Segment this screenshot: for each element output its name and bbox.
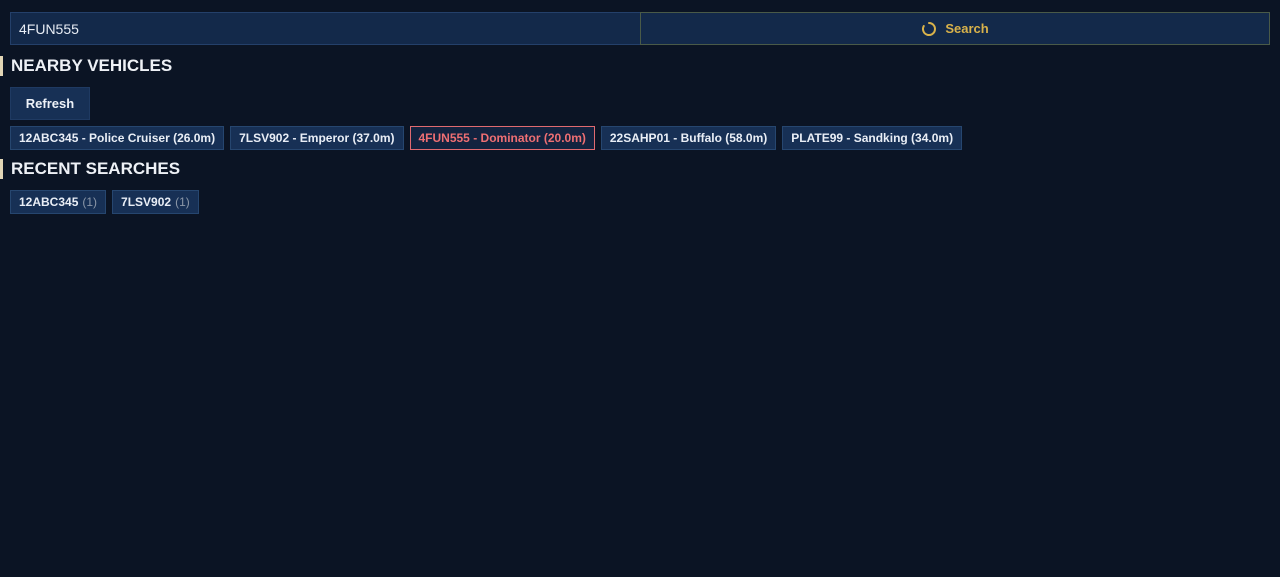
recent-searches-heading: RECENT SEARCHES: [0, 159, 180, 179]
plate-search-input[interactable]: [10, 12, 640, 45]
vehicle-chip-selected[interactable]: 4FUN555 - Dominator (20.0m): [409, 126, 595, 150]
search-bar: Search: [10, 12, 1270, 45]
search-button[interactable]: Search: [640, 12, 1270, 45]
vehicle-chip[interactable]: 22SAHP01 - Buffalo (58.0m): [600, 126, 777, 150]
recent-search-plate: 7LSV902: [121, 195, 172, 209]
vehicle-chip[interactable]: 7LSV902 - Emperor (37.0m): [230, 126, 404, 150]
nearby-vehicles-heading: NEARBY VEHICLES: [0, 56, 172, 76]
refresh-button[interactable]: Refresh: [10, 87, 90, 120]
recent-search-chip[interactable]: 7LSV902 (1): [112, 190, 199, 214]
vehicle-chip[interactable]: PLATE99 - Sandking (34.0m): [782, 126, 963, 150]
recent-search-count: (1): [82, 195, 98, 209]
recent-searches-list: 12ABC345 (1) 7LSV902 (1): [10, 190, 199, 214]
recent-search-count: (1): [175, 195, 190, 209]
nearby-vehicles-list: 12ABC345 - Police Cruiser (26.0m) 7LSV90…: [10, 126, 963, 150]
vehicle-chip[interactable]: 12ABC345 - Police Cruiser (26.0m): [10, 126, 225, 150]
spinner-icon: [921, 21, 937, 37]
recent-search-chip[interactable]: 12ABC345 (1): [10, 190, 107, 214]
search-button-label: Search: [945, 21, 989, 36]
recent-search-plate: 12ABC345: [19, 195, 79, 209]
